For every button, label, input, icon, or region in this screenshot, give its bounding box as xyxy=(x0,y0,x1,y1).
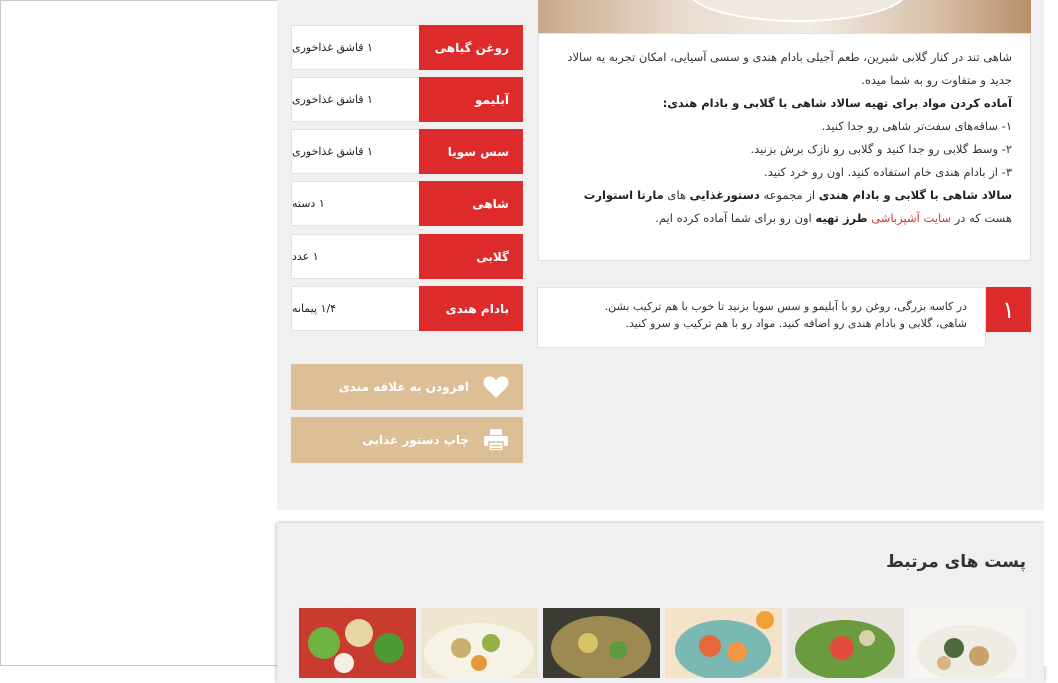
related-post-thumbnail[interactable] xyxy=(665,608,782,678)
print-recipe-button[interactable]: چاپ دستور غذایی xyxy=(291,417,523,463)
ingredient-row: ۱ قاشق غذاخوری سس سویا xyxy=(291,129,523,174)
step-line-1: در کاسه بزرگی، روغن رو با آبلیمو و سس سو… xyxy=(604,300,967,313)
ingredient-name: بادام هندی xyxy=(419,286,523,331)
recipe-intro-card: شاهی تند در کنار گلابی شیرین، طعم آجیلی … xyxy=(538,33,1031,261)
ingredient-name: گلابی xyxy=(419,234,523,279)
related-post-thumbnail[interactable] xyxy=(787,608,904,678)
site-link[interactable]: سایت آشپزباشی xyxy=(871,211,951,225)
ingredient-name: سس سویا xyxy=(419,129,523,174)
prep-step-3: ۳- از بادام هندی خام استفاده کنید. اون ر… xyxy=(764,165,1012,179)
closing-text-3: هست که در xyxy=(951,211,1012,225)
intro-closing: سالاد شاهی با گلابی و بادام هندی از مجمو… xyxy=(553,184,1012,230)
ingredient-row: ۱ عدد گلابی xyxy=(291,234,523,279)
heart-icon xyxy=(483,375,509,399)
intro-paragraph: شاهی تند در کنار گلابی شیرین، طعم آجیلی … xyxy=(567,50,1012,87)
ingredient-qty: ۱ عدد xyxy=(291,234,419,279)
closing-text-2: های xyxy=(663,188,690,202)
printer-icon xyxy=(483,428,509,452)
ingredient-name: روغن گیاهی xyxy=(419,25,523,70)
plate-image-detail xyxy=(688,0,908,22)
related-posts-section: پست های مرتبط xyxy=(277,523,1044,683)
ingredient-qty: ۱/۴ پیمانه xyxy=(291,286,419,331)
step-line-2: شاهی، گلابی و بادام هندی رو اضافه کنید. … xyxy=(625,317,967,330)
ingredient-qty: ۱ قاشق غذاخوری xyxy=(291,25,419,70)
related-post-thumbnail[interactable] xyxy=(543,608,660,678)
closing-category: دستورغذایی xyxy=(689,188,760,202)
ingredient-row: ۱ قاشق غذاخوری روغن گیاهی xyxy=(291,25,523,70)
ingredient-name: شاهی xyxy=(419,181,523,226)
print-label: چاپ دستور غذایی xyxy=(362,433,469,447)
closing-author: مارتا استوارت xyxy=(583,188,664,202)
ingredient-row: ۱/۴ پیمانه بادام هندی xyxy=(291,286,523,331)
closing-howto: طرز تهیه xyxy=(815,211,868,225)
prep-heading: آماده کردن مواد برای تهیه سالاد شاهی با … xyxy=(662,96,1012,110)
ingredient-qty: ۱ قاشق غذاخوری xyxy=(291,77,419,122)
closing-recipe-name: سالاد شاهی با گلابی و بادام هندی xyxy=(818,188,1012,202)
ingredient-qty: ۱ دسته xyxy=(291,181,419,226)
related-post-thumbnail[interactable] xyxy=(421,608,538,678)
ingredient-qty: ۱ قاشق غذاخوری xyxy=(291,129,419,174)
related-post-thumbnail[interactable] xyxy=(299,608,416,678)
related-posts-title: پست های مرتبط xyxy=(886,552,1026,572)
step-instructions: در کاسه بزرگی، روغن رو با آبلیمو و سس سو… xyxy=(537,287,986,348)
favorites-label: افزودن به علاقه مندی xyxy=(338,380,469,394)
prep-step-1: ۱- ساقه‌های سفت‌تر شاهی رو جدا کنید. xyxy=(821,119,1012,133)
ingredient-row: ۱ قاشق غذاخوری آبلیمو xyxy=(291,77,523,122)
ingredient-row: ۱ دسته شاهی xyxy=(291,181,523,226)
page-scrollbar-track[interactable] xyxy=(1044,0,1058,666)
prep-step-2: ۲- وسط گلابی رو جدا کنید و گلابی رو نازک… xyxy=(750,142,1012,156)
step-number-badge: ۱ xyxy=(986,287,1031,332)
closing-text-1: از مجموعه xyxy=(759,188,819,202)
add-to-favorites-button[interactable]: افزودن به علاقه مندی xyxy=(291,364,523,410)
ingredient-name: آبلیمو xyxy=(419,77,523,122)
recipe-hero-image xyxy=(538,0,1031,33)
closing-text-5: اون رو برای شما آماده کرده ایم. xyxy=(655,211,816,225)
related-post-thumbnail[interactable] xyxy=(909,608,1026,678)
